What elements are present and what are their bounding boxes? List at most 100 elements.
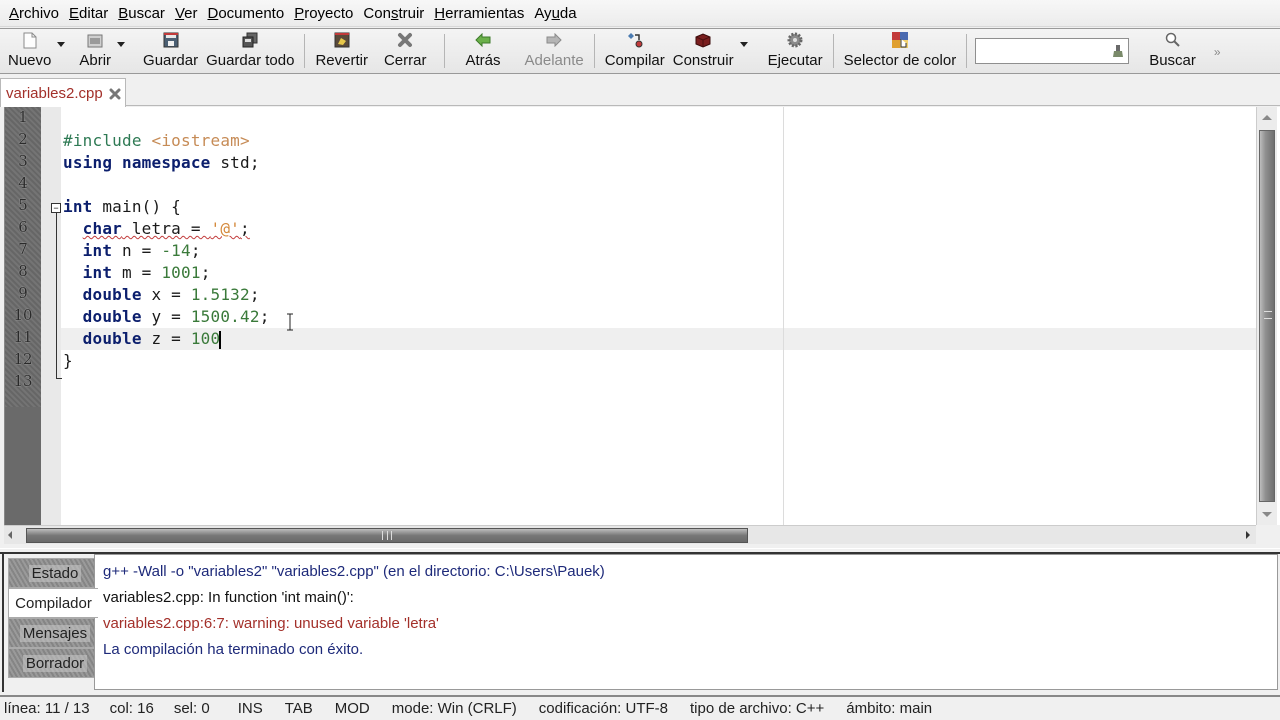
messages-tabs: Estado Compilador Mensajes Borrador: [8, 556, 98, 680]
code-line[interactable]: int main() {: [63, 196, 181, 218]
compiler-output[interactable]: g++ -Wall -o "variables2" "variables2.cp…: [94, 554, 1278, 690]
code-token: #include: [63, 131, 152, 150]
tab-compilador[interactable]: Compilador: [8, 588, 98, 618]
status-mode: mode: Win (CRLF): [391, 700, 517, 717]
scroll-down-arrow-icon[interactable]: [1262, 512, 1272, 517]
code-line[interactable]: #include <iostream>: [63, 130, 250, 152]
new-button[interactable]: Nuevo: [4, 29, 55, 73]
open-button[interactable]: Abrir: [75, 29, 115, 73]
scroll-left-arrow-icon[interactable]: [8, 531, 12, 539]
code-editor[interactable]: 1 2 3 4 5 6 7 8 9 10 11 12 13 #include <iostream> usi…: [4, 107, 1280, 525]
forward-button[interactable]: Adelante: [521, 29, 588, 73]
menu-mnemonic: D: [207, 4, 219, 22]
color-picker-label: Selector de color: [843, 52, 957, 69]
document-tabs: variables2.cpp: [0, 75, 1280, 107]
code-token: main() {: [92, 197, 181, 216]
menu-ver[interactable]: Ver: [170, 5, 203, 22]
line-number: 12: [13, 350, 33, 368]
run-gear-icon: [785, 31, 805, 49]
search-input[interactable]: [975, 38, 1130, 64]
menu-ayuda[interactable]: Ayuda: [529, 5, 581, 22]
menu-label: er: [184, 4, 198, 22]
status-encoding: codificación: UTF-8: [538, 700, 669, 717]
compiler-result-line[interactable]: La compilación ha terminado con éxito.: [103, 637, 1269, 663]
back-button[interactable]: Atrás: [461, 29, 504, 73]
code-token: 100: [190, 329, 221, 348]
tab-borrador[interactable]: Borrador: [8, 648, 96, 678]
run-button[interactable]: Ejecutar: [764, 29, 827, 73]
clear-broom-icon[interactable]: [1112, 44, 1124, 58]
vertical-scroll-thumb[interactable]: [1259, 130, 1275, 502]
code-token: 1500.42: [190, 307, 260, 326]
code-line[interactable]: int m = 1001;: [63, 262, 211, 284]
code-line[interactable]: }: [63, 350, 73, 372]
menu-mnemonic: H: [434, 4, 446, 22]
grip-icon: [1264, 311, 1272, 319]
color-picker-button[interactable]: Selector de color: [840, 29, 961, 73]
code-line[interactable]: int n = -14;: [63, 240, 201, 262]
build-brick-icon: [693, 31, 713, 49]
build-label: Construir: [672, 52, 734, 69]
menu-proyecto[interactable]: Proyecto: [289, 5, 358, 22]
menu-mnemonic: B: [118, 4, 129, 22]
code-token: }: [63, 351, 73, 370]
open-label: Abrir: [79, 52, 112, 69]
compile-button[interactable]: Compilar: [601, 29, 669, 73]
compiler-warning-line[interactable]: variables2.cpp:6:7: warning: unused vari…: [103, 611, 1269, 637]
new-dropdown-arrow[interactable]: [55, 29, 67, 73]
save-label: Guardar: [143, 52, 199, 69]
search-button[interactable]: Buscar: [1145, 29, 1200, 73]
code-line[interactable]: double x = 1.5132;: [63, 284, 260, 306]
menu-editar[interactable]: Editar: [64, 5, 113, 22]
scroll-right-arrow-icon[interactable]: [1246, 531, 1250, 539]
tab-variables2-cpp[interactable]: variables2.cpp: [0, 78, 126, 107]
scroll-up-arrow-icon[interactable]: [1262, 115, 1272, 120]
vertical-scrollbar[interactable]: [1256, 107, 1277, 525]
save-all-icon: [240, 31, 260, 49]
run-label: Ejecutar: [767, 52, 823, 69]
tab-close-icon[interactable]: [109, 87, 121, 100]
menu-herramientas[interactable]: Herramientas: [429, 5, 529, 22]
line-number: 4: [18, 174, 28, 192]
code-line[interactable]: double z = 100: [63, 328, 222, 350]
revert-label: Revertir: [315, 52, 368, 69]
menu-label: royecto: [304, 4, 354, 22]
horizontal-scrollbar[interactable]: [4, 525, 1256, 544]
code-token: m =: [112, 263, 162, 282]
menu-label: erramientas: [445, 4, 525, 22]
menu-mnemonic: P: [294, 4, 305, 22]
forward-arrow-icon: [544, 31, 564, 49]
menu-archivo[interactable]: Archivo: [4, 5, 64, 22]
code-line[interactable]: using namespace std;: [63, 152, 260, 174]
line-number: 1: [18, 108, 28, 126]
toolbar: Nuevo Abrir Guardar Guardar todo Reverti…: [0, 28, 1280, 74]
build-dropdown-arrow[interactable]: [738, 29, 750, 73]
code-line[interactable]: char letra = '@';: [63, 218, 250, 240]
search-label: Buscar: [1149, 52, 1196, 69]
line-number: 8: [18, 262, 28, 280]
save-button[interactable]: Guardar: [139, 29, 202, 73]
code-token: <iostream>: [151, 131, 250, 150]
tab-estado[interactable]: Estado: [8, 558, 96, 588]
horizontal-scroll-thumb[interactable]: [26, 528, 748, 543]
line-number: 11: [13, 328, 33, 346]
save-all-button[interactable]: Guardar todo: [202, 29, 298, 73]
color-picker-icon: [890, 31, 910, 49]
revert-button[interactable]: Revertir: [311, 29, 372, 73]
open-dropdown-arrow[interactable]: [115, 29, 127, 73]
code-line[interactable]: double y = 1500.42;: [63, 306, 270, 328]
fold-toggle-icon[interactable]: −: [51, 203, 61, 213]
menu-documento[interactable]: Documento: [202, 5, 289, 22]
fold-range-end: [56, 378, 62, 379]
compiler-command-line[interactable]: g++ -Wall -o "variables2" "variables2.cp…: [103, 559, 1269, 585]
close-button[interactable]: Cerrar: [380, 29, 431, 73]
menu-construir[interactable]: Construir: [358, 5, 429, 22]
compiler-function-line[interactable]: variables2.cpp: In function 'int main()'…: [103, 585, 1269, 611]
menu-label: truir: [398, 4, 425, 22]
menu-buscar[interactable]: Buscar: [113, 5, 170, 22]
tab-mensajes[interactable]: Mensajes: [8, 618, 96, 648]
toolbar-overflow-button[interactable]: »: [1214, 45, 1221, 59]
build-button[interactable]: Construir: [669, 29, 738, 73]
